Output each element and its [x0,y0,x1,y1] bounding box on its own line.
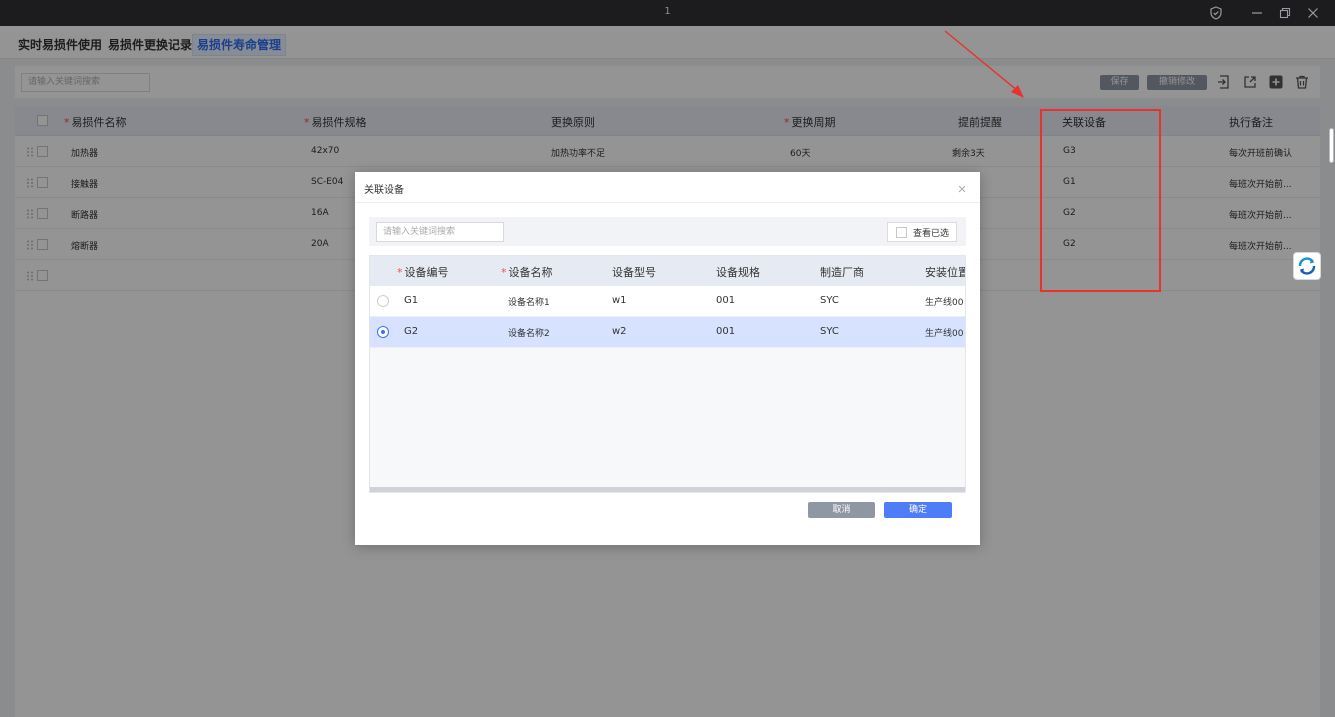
close-icon[interactable] [1304,4,1322,22]
dialog-header: 关联设备 [355,172,980,203]
cell-device-maker: SYC [820,326,839,337]
cancel-button[interactable]: 取消 [808,502,875,518]
dialog-title: 关联设备 [364,185,404,196]
col-device-location: 安装位置 [925,266,966,279]
annotation-highlight-box [1040,109,1161,292]
annotation-arrow-icon [944,30,1024,98]
link-device-dialog: 关联设备 请输入关键词搜索 查看已选 * 设备编号 * 设备名称 设备型号 设备规格… [355,172,980,545]
show-selected-toggle[interactable]: 查看已选 [887,222,957,242]
cell-device-maker: SYC [820,295,839,306]
device-table-header: * 设备编号 * 设备名称 设备型号 设备规格 制造厂商 安装位置 [370,256,966,286]
col-device-name: * 设备名称 [501,266,553,279]
cell-device-spec: 001 [716,326,736,337]
dialog-search-input[interactable]: 请输入关键词搜索 [376,222,504,242]
device-radio-checked[interactable] [377,326,389,338]
device-table: * 设备编号 * 设备名称 设备型号 设备规格 制造厂商 安装位置 G1 设备名称1… [369,255,966,493]
cell-device-code: G2 [404,326,419,337]
dialog-search-bar: 请输入关键词搜索 查看已选 [369,217,966,246]
minimize-icon[interactable] [1248,4,1266,22]
cell-device-name: 设备名称1 [508,298,550,308]
show-selected-checkbox[interactable] [896,227,907,238]
device-row[interactable]: G1 设备名称1 w1 001 SYC 生产线00 [370,286,965,317]
cell-device-location: 生产线00 [925,329,964,339]
col-device-spec: 设备规格 [716,266,760,279]
cell-device-model: w1 [612,295,627,306]
show-selected-label: 查看已选 [913,229,950,239]
restore-icon[interactable] [1276,4,1294,22]
window-titlebar: 1 [0,0,1335,26]
device-table-hscrollbar[interactable] [370,487,965,492]
window-title: 1 [664,6,671,17]
shield-icon[interactable] [1207,4,1225,22]
cell-device-location: 生产线00 [925,298,964,308]
refresh-icon[interactable] [1293,252,1321,280]
col-device-code: * 设备编号 [397,266,449,279]
device-row-selected[interactable]: G2 设备名称2 w2 001 SYC 生产线00 [370,317,965,348]
device-radio[interactable] [377,295,389,307]
confirm-button[interactable]: 确定 [884,502,952,518]
cell-device-name: 设备名称2 [508,329,550,339]
col-device-model: 设备型号 [612,266,656,279]
page-scrollbar[interactable] [1329,128,1334,163]
cell-device-code: G1 [404,295,419,306]
dialog-close-icon[interactable] [957,184,967,194]
col-device-maker: 制造厂商 [820,266,864,279]
cell-device-model: w2 [612,326,627,337]
cell-device-spec: 001 [716,295,736,306]
